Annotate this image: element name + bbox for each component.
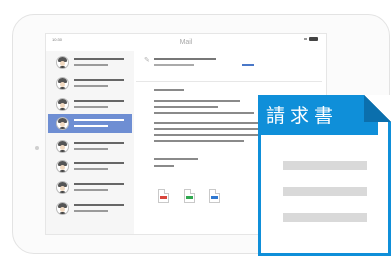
list-item[interactable]: [48, 53, 132, 72]
message-body-line: [154, 165, 174, 167]
mail-list: [46, 51, 134, 234]
document-fold: [364, 95, 391, 122]
list-item[interactable]: [48, 137, 132, 156]
message-body-line: [154, 122, 264, 124]
list-item[interactable]: [48, 199, 132, 218]
message-body-line: [154, 128, 268, 130]
avatar-icon: [56, 202, 69, 215]
avatar-icon: [56, 140, 69, 153]
avatar-icon: [56, 56, 69, 69]
list-item-selected[interactable]: [48, 114, 132, 133]
avatar-icon: [56, 117, 69, 130]
document-line: [283, 161, 367, 170]
pencil-icon[interactable]: ✎: [144, 56, 150, 64]
message-sender: [154, 64, 194, 66]
document-line: [283, 187, 367, 196]
message-link[interactable]: [242, 64, 254, 66]
document-line: [283, 213, 367, 222]
app-title: Mail: [179, 39, 193, 46]
file-red-icon[interactable]: [158, 189, 169, 203]
home-button[interactable]: [35, 146, 39, 150]
message-body-line: [154, 89, 184, 91]
avatar-icon: [56, 160, 69, 173]
invoice-title: 請求書: [266, 105, 339, 127]
header-divider: [136, 81, 322, 82]
avatar-icon: [56, 77, 69, 90]
list-item[interactable]: [48, 74, 132, 93]
message-body-line: [154, 100, 240, 102]
message-body-line: [154, 134, 262, 136]
list-item[interactable]: [48, 178, 132, 197]
file-green-icon[interactable]: [184, 189, 195, 203]
message-body-line: [154, 106, 218, 108]
list-item[interactable]: [48, 157, 132, 176]
message-body-line: [154, 158, 198, 160]
message-body-line: [154, 112, 254, 114]
avatar-icon: [56, 98, 69, 111]
file-blue-icon[interactable]: [209, 189, 220, 203]
message-body-line: [154, 140, 244, 142]
message-subject: [154, 58, 216, 60]
list-item[interactable]: [48, 95, 132, 114]
avatar-icon: [56, 181, 69, 194]
